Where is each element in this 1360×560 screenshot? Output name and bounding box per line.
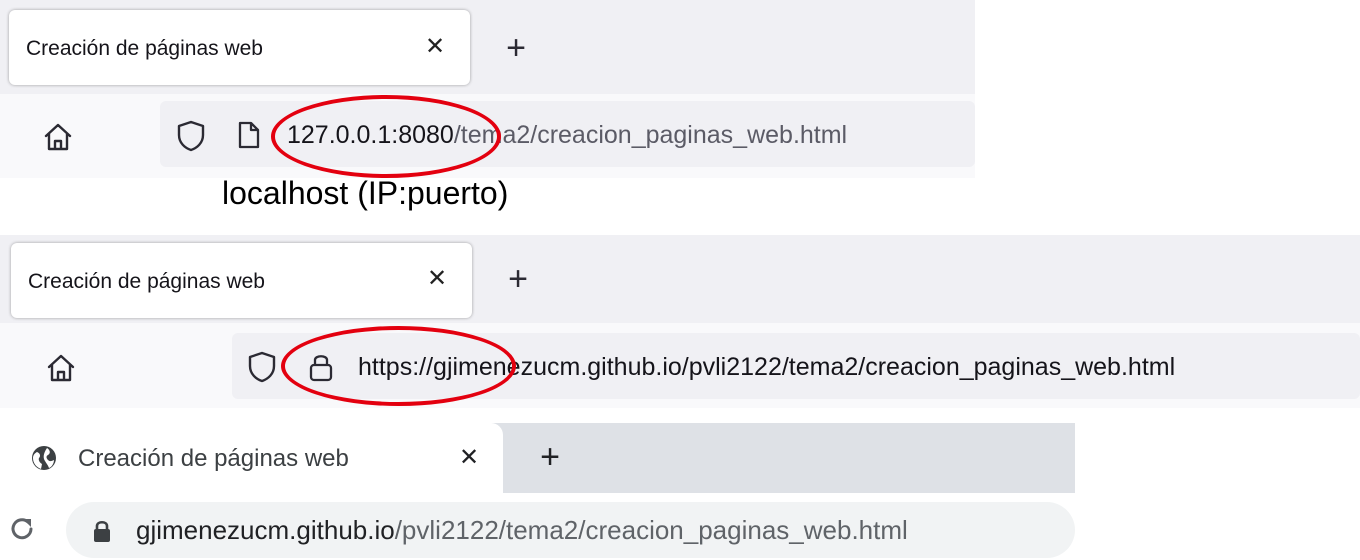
url-text[interactable]: gjimenezucm.github.io/pvli2122/tema2/cre… — [136, 515, 908, 546]
tab-active[interactable]: Creación de páginas web ✕ — [0, 423, 503, 493]
url-text[interactable]: 127.0.0.1:8080/tema2/creacion_paginas_we… — [287, 121, 847, 150]
new-tab-button[interactable]: + — [533, 440, 567, 474]
globe-icon — [32, 446, 56, 470]
new-tab-button[interactable]: + — [501, 262, 535, 296]
new-tab-button[interactable]: + — [499, 31, 533, 65]
url-path: /pvli2122/tema2/creacion_paginas_web.htm… — [394, 515, 908, 545]
url-host: gjimenezucm.github.io — [136, 515, 395, 545]
url-host: 127.0.0.1:8080 — [287, 121, 454, 149]
tab-title: Creación de páginas web — [26, 37, 263, 60]
caption-label: localhost (IP:puerto) — [222, 175, 509, 211]
home-icon[interactable] — [44, 351, 78, 385]
page-icon[interactable] — [236, 120, 262, 150]
tab-title: Creación de páginas web — [78, 445, 349, 472]
reload-icon[interactable] — [7, 514, 37, 544]
home-icon[interactable] — [41, 120, 75, 154]
url-text[interactable]: https://gjimenezucm.github.io/pvli2122/t… — [358, 353, 1175, 382]
lock-icon[interactable] — [307, 350, 335, 384]
url-path: /tema2/creacion_paginas_web.html — [453, 121, 848, 149]
tab-active[interactable]: Creación de páginas web ✕ — [9, 10, 470, 85]
tab-active[interactable]: Creación de páginas web ✕ — [11, 243, 472, 318]
tab-close-button[interactable]: ✕ — [424, 267, 450, 291]
tab-close-button[interactable]: ✕ — [422, 35, 448, 59]
tab-title: Creación de páginas web — [28, 270, 265, 293]
shield-icon[interactable] — [175, 119, 207, 153]
shield-icon[interactable] — [246, 350, 278, 384]
lock-icon[interactable] — [91, 518, 113, 544]
tab-close-button[interactable]: ✕ — [456, 446, 482, 470]
